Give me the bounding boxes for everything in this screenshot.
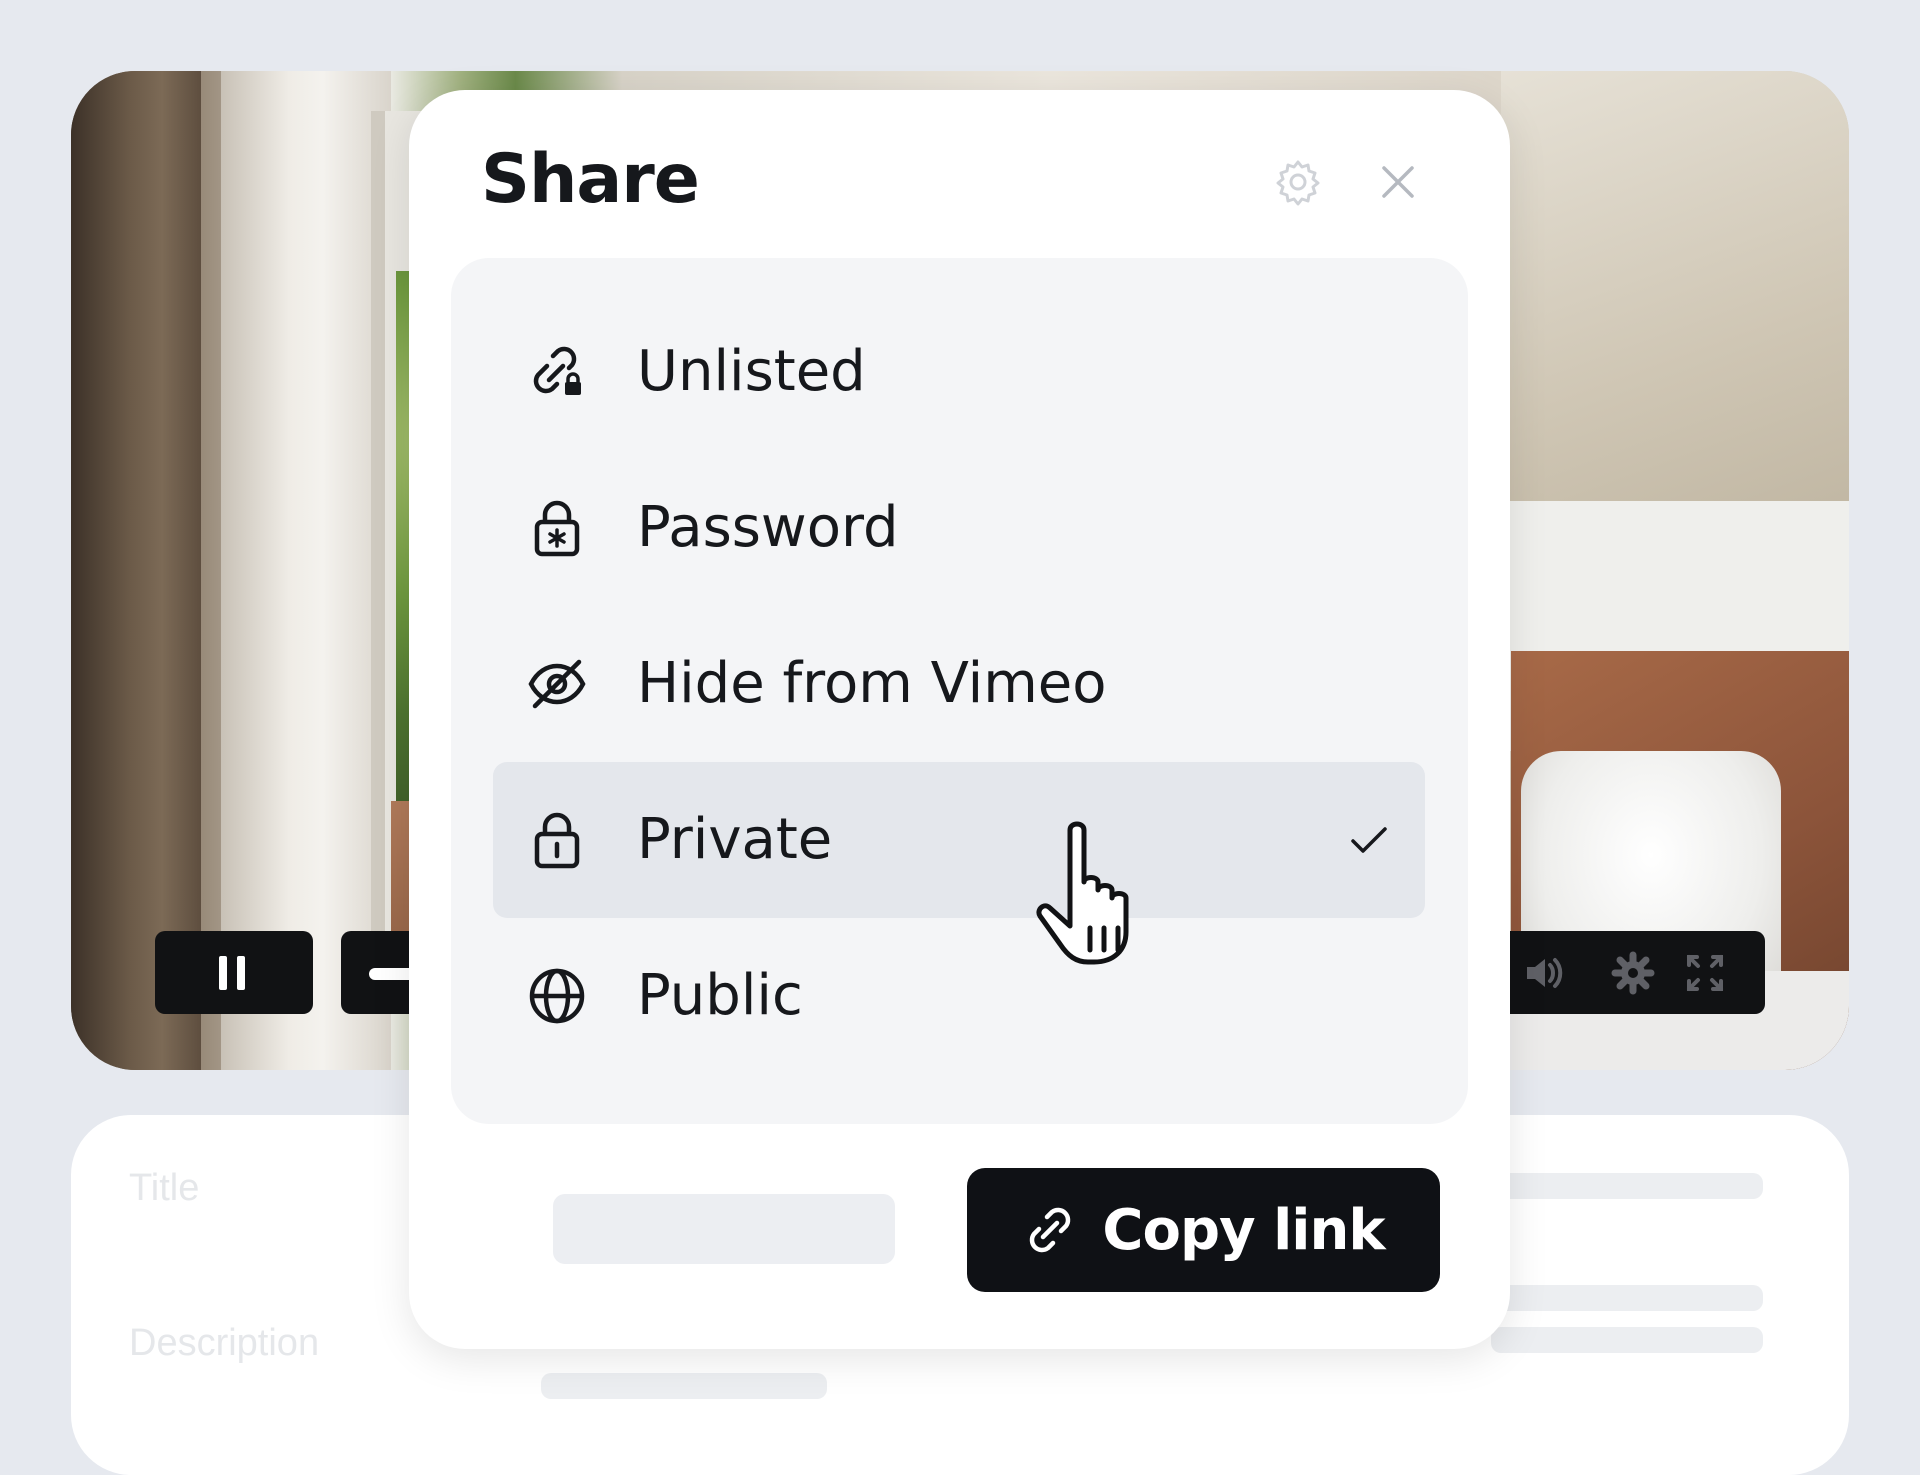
option-label: Password bbox=[637, 495, 899, 560]
lock-icon bbox=[534, 812, 580, 869]
volume-icon[interactable] bbox=[1521, 951, 1565, 995]
pause-button[interactable] bbox=[155, 931, 313, 1014]
video-frame-curtain bbox=[71, 71, 201, 1070]
gear-icon bbox=[1276, 160, 1320, 206]
progress-bar[interactable] bbox=[341, 931, 429, 1014]
globe-icon bbox=[529, 968, 585, 1024]
fullscreen-icon[interactable] bbox=[1683, 951, 1727, 995]
description-input-placeholder[interactable] bbox=[1491, 1285, 1763, 1311]
copy-link-button[interactable]: Copy link bbox=[967, 1168, 1440, 1292]
settings-button[interactable] bbox=[1266, 150, 1330, 214]
checkmark-icon bbox=[1351, 827, 1387, 853]
video-frame-sheer-curtain bbox=[221, 71, 391, 1070]
secondary-action-button[interactable] bbox=[553, 1194, 895, 1264]
link-icon bbox=[1030, 1207, 1071, 1253]
option-label: Private bbox=[637, 807, 833, 872]
hand-pointer-cursor-icon bbox=[1036, 821, 1129, 965]
eye-off-icon bbox=[528, 659, 586, 709]
copy-link-label: Copy link bbox=[1102, 1197, 1385, 1263]
close-icon bbox=[1382, 166, 1414, 198]
option-unlisted[interactable]: Unlisted bbox=[493, 294, 1425, 450]
privacy-options-list: Unlisted Password Hide from Vimeo Privat… bbox=[451, 258, 1468, 1124]
option-label: Unlisted bbox=[637, 339, 866, 404]
title-field-label: Title bbox=[129, 1167, 200, 1209]
option-label: Hide from Vimeo bbox=[637, 651, 1107, 716]
description-field-label: Description bbox=[129, 1322, 320, 1364]
option-public[interactable]: Public bbox=[493, 918, 1425, 1074]
close-button[interactable] bbox=[1366, 150, 1430, 214]
player-controls-right bbox=[1491, 931, 1765, 1014]
modal-title: Share bbox=[481, 140, 700, 219]
gear-icon[interactable] bbox=[1611, 951, 1655, 995]
link-lock-icon bbox=[533, 346, 581, 395]
description-text-placeholder bbox=[541, 1373, 827, 1399]
option-label: Public bbox=[637, 963, 803, 1028]
option-hide-from-vimeo[interactable]: Hide from Vimeo bbox=[493, 606, 1425, 762]
option-password[interactable]: Password bbox=[493, 450, 1425, 606]
option-private[interactable]: Private bbox=[493, 762, 1425, 918]
video-frame-wall-art bbox=[1501, 71, 1849, 541]
lock-asterisk-icon bbox=[534, 500, 580, 557]
title-input-placeholder[interactable] bbox=[1491, 1173, 1763, 1199]
description-input-placeholder-2[interactable] bbox=[1491, 1327, 1763, 1353]
share-modal: Share Unlisted Password Hide from Vimeo … bbox=[409, 90, 1510, 1349]
